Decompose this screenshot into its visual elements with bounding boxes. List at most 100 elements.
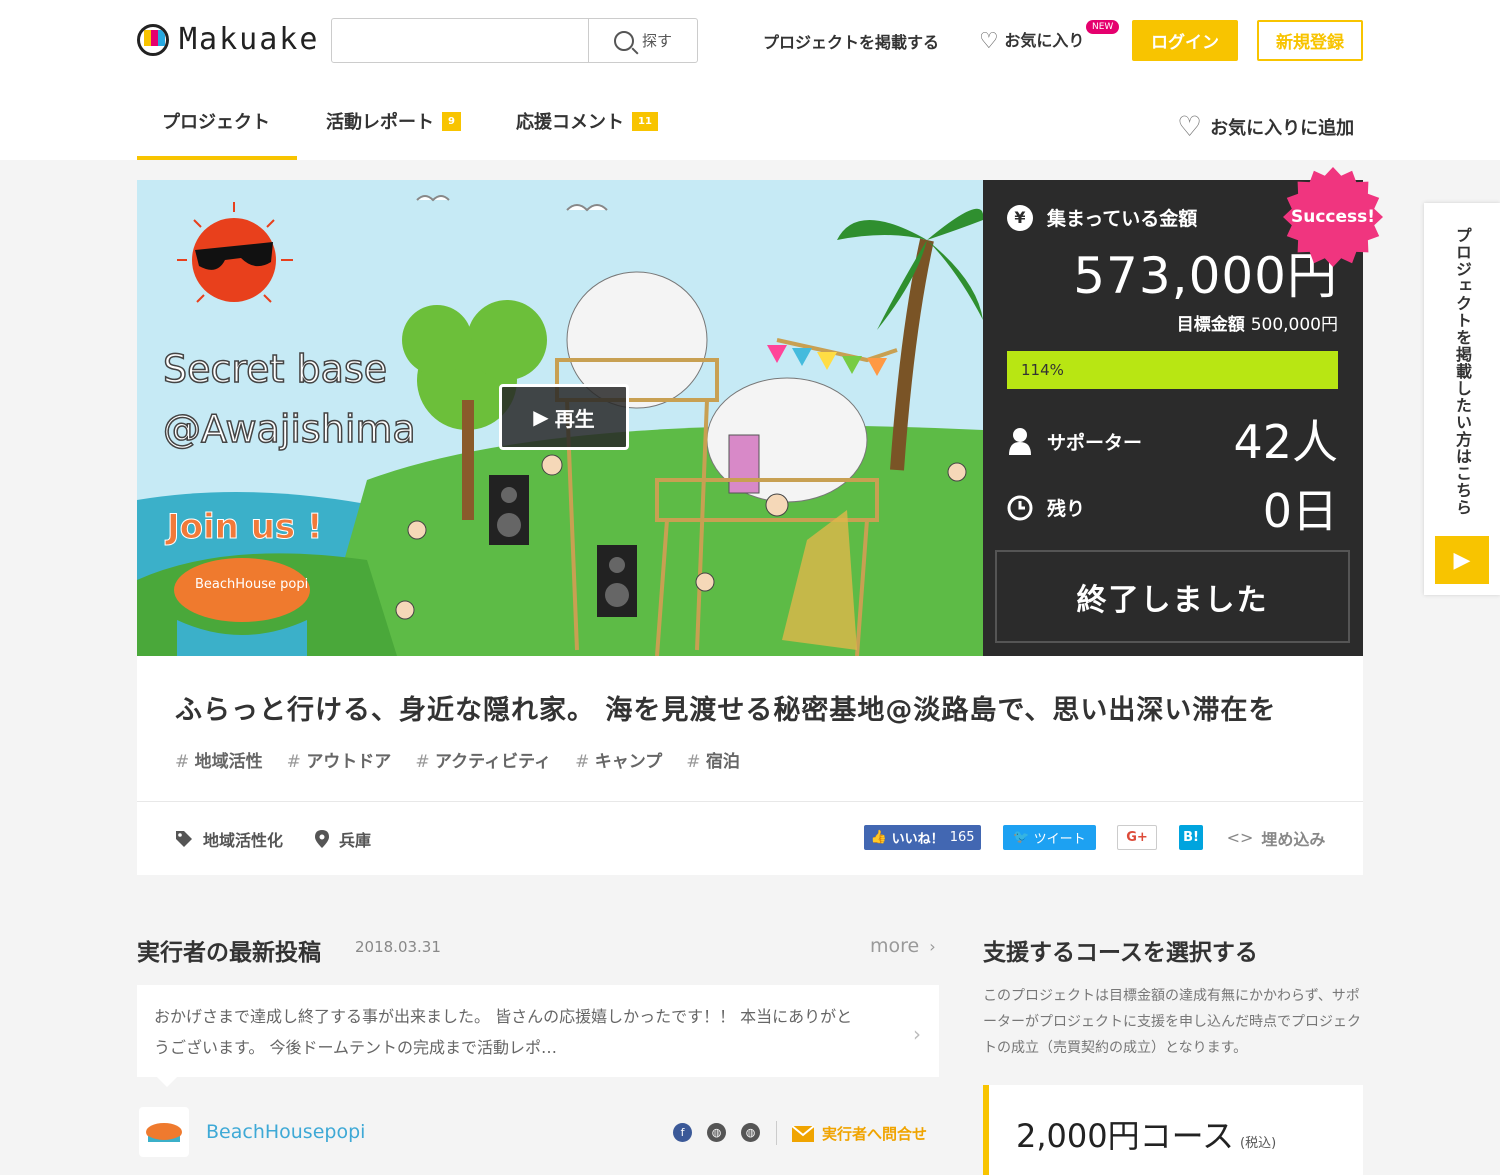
tweet-button[interactable]: 🐦 ツイート <box>1003 825 1096 850</box>
hero-text-line1: Secret base <box>163 347 387 391</box>
more-link[interactable]: more › <box>870 935 936 957</box>
tab-project[interactable]: プロジェクト <box>162 108 270 134</box>
select-course-heading: 支援するコースを選択する <box>983 940 1258 966</box>
search-input[interactable] <box>332 19 589 62</box>
course-title: 2,000円コース (税込) <box>1016 1111 1276 1157</box>
search-button-label: 探す <box>641 32 672 50</box>
mail-icon <box>792 1125 814 1142</box>
post-date: 2018.03.31 <box>355 938 441 956</box>
location-link[interactable]: 兵庫 <box>315 827 371 851</box>
post-project-link[interactable]: プロジェクトを掲載する <box>763 29 939 53</box>
play-video-button[interactable]: ▶ 再生 <box>499 384 629 450</box>
add-favorite-label: お気に入りに追加 <box>1210 117 1355 139</box>
location-label: 兵庫 <box>339 831 372 850</box>
tag-link[interactable]: 宿泊 <box>686 747 740 772</box>
raised-row: ¥ 集まっている金額 <box>1007 204 1197 231</box>
owner-name-link[interactable]: BeachHousepopi <box>206 1121 365 1143</box>
code-icon: <> <box>1226 828 1254 847</box>
funding-progress-fill: 114% <box>1007 351 1338 389</box>
divider <box>137 801 1363 802</box>
new-badge: NEW <box>1086 20 1120 34</box>
clock-icon <box>1007 495 1033 520</box>
location-pin-icon <box>315 830 329 848</box>
heart-icon: ♡ <box>1177 110 1203 143</box>
contact-label: 実行者へ問合せ <box>822 1125 928 1143</box>
person-icon <box>1009 428 1031 455</box>
makuake-logo[interactable]: Makuake <box>137 22 319 57</box>
goal-amount: 500,000円 <box>1250 315 1338 335</box>
tab-comments[interactable]: 応援コメント 11 <box>516 108 658 134</box>
course-card[interactable]: 2,000円コース (税込) <box>983 1085 1363 1175</box>
tweet-label: ツイート <box>1033 832 1086 847</box>
side-tab-text: プロジェクトを掲載したい方はこちら <box>1453 227 1472 516</box>
yen-icon: ¥ <box>1007 204 1033 231</box>
remaining-value: 0日 <box>1262 484 1338 538</box>
hero-text-line2: @Awajishima <box>163 407 416 451</box>
divider <box>776 1121 777 1145</box>
post-body-line2: うございます。 今後ドームテントの完成まで活動レポ… <box>154 1038 558 1057</box>
play-icon: ▶ <box>533 405 549 429</box>
favorites-label: お気に入り <box>1004 31 1085 50</box>
project-video-thumbnail[interactable]: Secret base @Awajishima Join us ! BeachH… <box>137 180 983 656</box>
category-link[interactable]: 地域活性化 <box>175 827 283 851</box>
contact-owner-link[interactable]: 実行者へ問合せ <box>792 1123 927 1144</box>
logo-text: Makuake <box>179 22 320 57</box>
owner-avatar[interactable] <box>139 1107 189 1157</box>
logo-mark-icon <box>137 23 169 56</box>
globe-icon[interactable]: ◍ <box>707 1123 726 1142</box>
more-label: more <box>870 935 920 957</box>
twitter-icon: 🐦 <box>1013 830 1030 845</box>
search-bar: 探す <box>331 18 698 63</box>
tab-label: 応援コメント <box>516 112 624 133</box>
project-info-card: ふらっと行ける、身近な隠れ家。 海を見渡せる秘密基地@淡路島で、思い出深い滞在を… <box>137 656 1363 875</box>
tag-icon <box>176 831 192 847</box>
post-project-side-tab[interactable]: プロジェクトを掲載したい方はこちら ▶ <box>1424 203 1500 595</box>
tab-label: 活動レポート <box>326 112 434 133</box>
hero-sign-text: BeachHouse popi <box>195 577 308 592</box>
tag-link[interactable]: キャンプ <box>575 747 663 772</box>
supporters-value: 42人 <box>1233 415 1338 469</box>
project-title: ふらっと行ける、身近な隠れ家。 海を見渡せる秘密基地@淡路島で、思い出深い滞在を <box>175 695 1277 726</box>
goal-label: 目標金額 <box>1176 315 1245 335</box>
side-tab-arrow-icon: ▶ <box>1435 536 1489 584</box>
project-ended-button[interactable]: 終了しました <box>995 550 1350 643</box>
tab-label: プロジェクト <box>162 112 270 133</box>
like-count: 165 <box>949 830 975 845</box>
signup-button[interactable]: 新規登録 <box>1257 20 1363 61</box>
embed-button[interactable]: <> 埋め込み <box>1224 825 1328 850</box>
like-label: いいね！ <box>891 832 944 847</box>
post-body-line1: おかげさまで達成し終了する事が出来ました。 皆さんの応援嬉しかったです！！ 本当… <box>154 1007 853 1026</box>
favorites-link[interactable]: ♡ お気に入り <box>979 27 1084 54</box>
goal-row: 目標金額 500,000円 <box>1177 310 1338 335</box>
login-button[interactable]: ログイン <box>1132 20 1238 61</box>
globe-icon[interactable]: ◍ <box>741 1123 760 1142</box>
latest-post-heading: 実行者の最新投稿 <box>137 940 321 966</box>
supporters-label: サポーター <box>1047 431 1143 454</box>
latest-post-card[interactable]: おかげさまで達成し終了する事が出来ました。 皆さんの応援嬉しかったです！！ 本当… <box>137 985 939 1087</box>
thumbs-up-icon: 👍 <box>870 830 887 845</box>
supporters-row: サポーター <box>1007 427 1142 455</box>
category-label: 地域活性化 <box>203 831 284 850</box>
hatena-bookmark-button[interactable]: B! <box>1179 825 1203 850</box>
search-button[interactable]: 探す <box>589 19 697 62</box>
embed-label: 埋め込み <box>1261 829 1326 849</box>
hero-text-join: Join us ! <box>165 507 323 547</box>
facebook-like-button[interactable]: 👍 いいね！ 165 <box>864 825 981 850</box>
add-favorite-button[interactable]: ♡ お気に入りに追加 <box>1177 110 1354 143</box>
comment-count-badge: 11 <box>632 111 658 131</box>
success-badge: Success! <box>1283 167 1383 267</box>
tag-link[interactable]: アウトドア <box>287 747 391 772</box>
course-description: このプロジェクトは目標金額の達成有無にかかわらず、サポーターがプロジェクトに支援… <box>983 988 1361 1056</box>
remaining-label: 残り <box>1047 498 1086 520</box>
search-icon <box>613 30 634 51</box>
tag-link[interactable]: 地域活性 <box>175 747 263 772</box>
tax-note: (税込) <box>1240 1136 1277 1151</box>
google-plus-button[interactable]: G+ <box>1117 825 1157 850</box>
tag-list: 地域活性 アウトドア アクティビティ キャンプ 宿泊 <box>175 747 740 772</box>
site-header: Makuake 探す プロジェクトを掲載する ♡ お気に入り NEW ログイン … <box>0 0 1500 160</box>
course-price: 2,000円コース <box>1016 1117 1235 1155</box>
active-tab-indicator <box>137 156 297 160</box>
tag-link[interactable]: アクティビティ <box>415 747 551 772</box>
tab-reports[interactable]: 活動レポート 9 <box>326 108 461 134</box>
facebook-icon[interactable]: f <box>673 1123 692 1142</box>
